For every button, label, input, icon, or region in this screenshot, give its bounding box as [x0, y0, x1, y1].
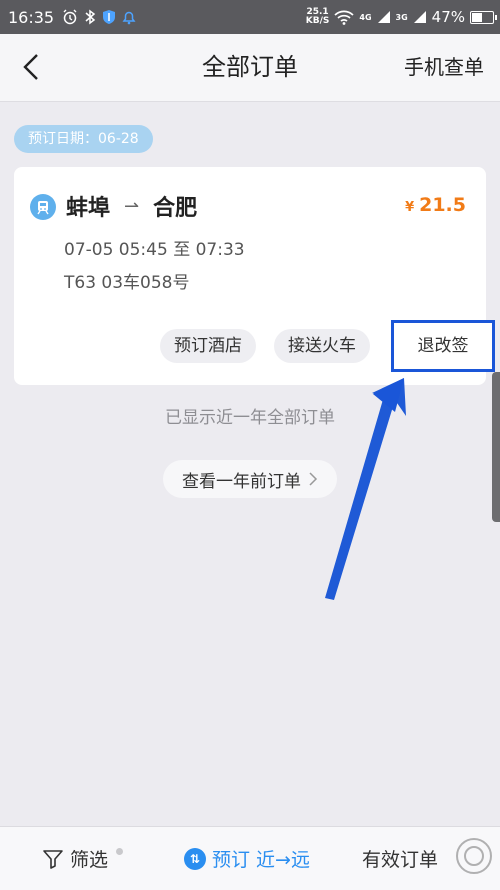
battery-icon: [470, 10, 497, 24]
train-pickup-button[interactable]: 接送火车: [274, 329, 370, 363]
filter-dot: [116, 848, 124, 855]
valid-orders-button[interactable]: 有效订单: [362, 827, 438, 890]
departure-station: 蚌埠: [66, 196, 111, 221]
signal-icon: [377, 11, 390, 23]
network-type-1: 4G: [359, 12, 372, 22]
bell-icon: [122, 11, 136, 25]
bluetooth-icon: [85, 9, 96, 25]
order-price: ¥21.5: [405, 194, 466, 216]
shield-icon: [103, 10, 116, 24]
route-arrow: ⇀: [124, 195, 140, 217]
order-date-badge: 预订日期：06-28: [14, 125, 153, 153]
valid-orders-label: 有效订单: [362, 849, 439, 871]
status-time: 16:35: [8, 7, 55, 27]
speed-unit: KB/S: [305, 16, 330, 26]
view-older-orders-label: 查看一年前订单: [182, 471, 301, 492]
train-icon: [30, 194, 56, 220]
filter-icon: [43, 849, 63, 869]
arrival-station: 合肥: [153, 196, 198, 221]
watermark-logo: [456, 838, 492, 874]
sort-icon: ⇅: [184, 847, 206, 870]
history-note: 已显示近一年全部订单: [165, 408, 335, 428]
seat-info: T63 03车058号: [64, 273, 190, 293]
currency-symbol: ¥: [405, 200, 415, 215]
network-speed: 25.1 KB/S: [306, 8, 330, 26]
wifi-icon: [334, 10, 354, 25]
route: 蚌埠 ⇀ 合肥: [66, 190, 197, 222]
network-type-2: 3G: [395, 12, 408, 22]
view-older-orders-button[interactable]: 查看一年前订单: [163, 460, 337, 498]
book-hotel-button[interactable]: 预订酒店: [160, 329, 256, 363]
status-icons-right: 25.1 KB/S 4G 3G 47%: [306, 8, 497, 26]
filter-button[interactable]: 筛选: [42, 827, 124, 890]
travel-time: 07-05 05:45 至 07:33: [64, 240, 245, 260]
sort-label: 预订 近→远: [212, 849, 310, 871]
price-value: 21.5: [419, 194, 466, 216]
status-bar: 16:35 25.1 KB/S 4G 3G 47%: [0, 0, 500, 34]
alarm-icon: [63, 9, 77, 25]
filter-label: 筛选: [70, 849, 109, 871]
phone-lookup-link[interactable]: 手机查单: [404, 34, 484, 101]
bottom-toolbar: 筛选 ⇅ 预订 近→远 有效订单: [0, 826, 500, 890]
nav-bar: 全部订单 手机查单: [0, 34, 500, 102]
signal-icon-2: [413, 11, 426, 23]
chevron-right-icon: [309, 472, 318, 486]
status-icons-left: [62, 9, 136, 25]
order-card[interactable]: 蚌埠 ⇀ 合肥 ¥21.5 07-05 05:45 至 07:33 T63 03…: [14, 167, 495, 385]
edge-scroll-handle: [492, 372, 500, 522]
battery-percent: 47%: [431, 8, 465, 26]
refund-change-button[interactable]: 退改签: [391, 320, 495, 372]
sort-button[interactable]: ⇅ 预订 近→远: [184, 827, 310, 890]
